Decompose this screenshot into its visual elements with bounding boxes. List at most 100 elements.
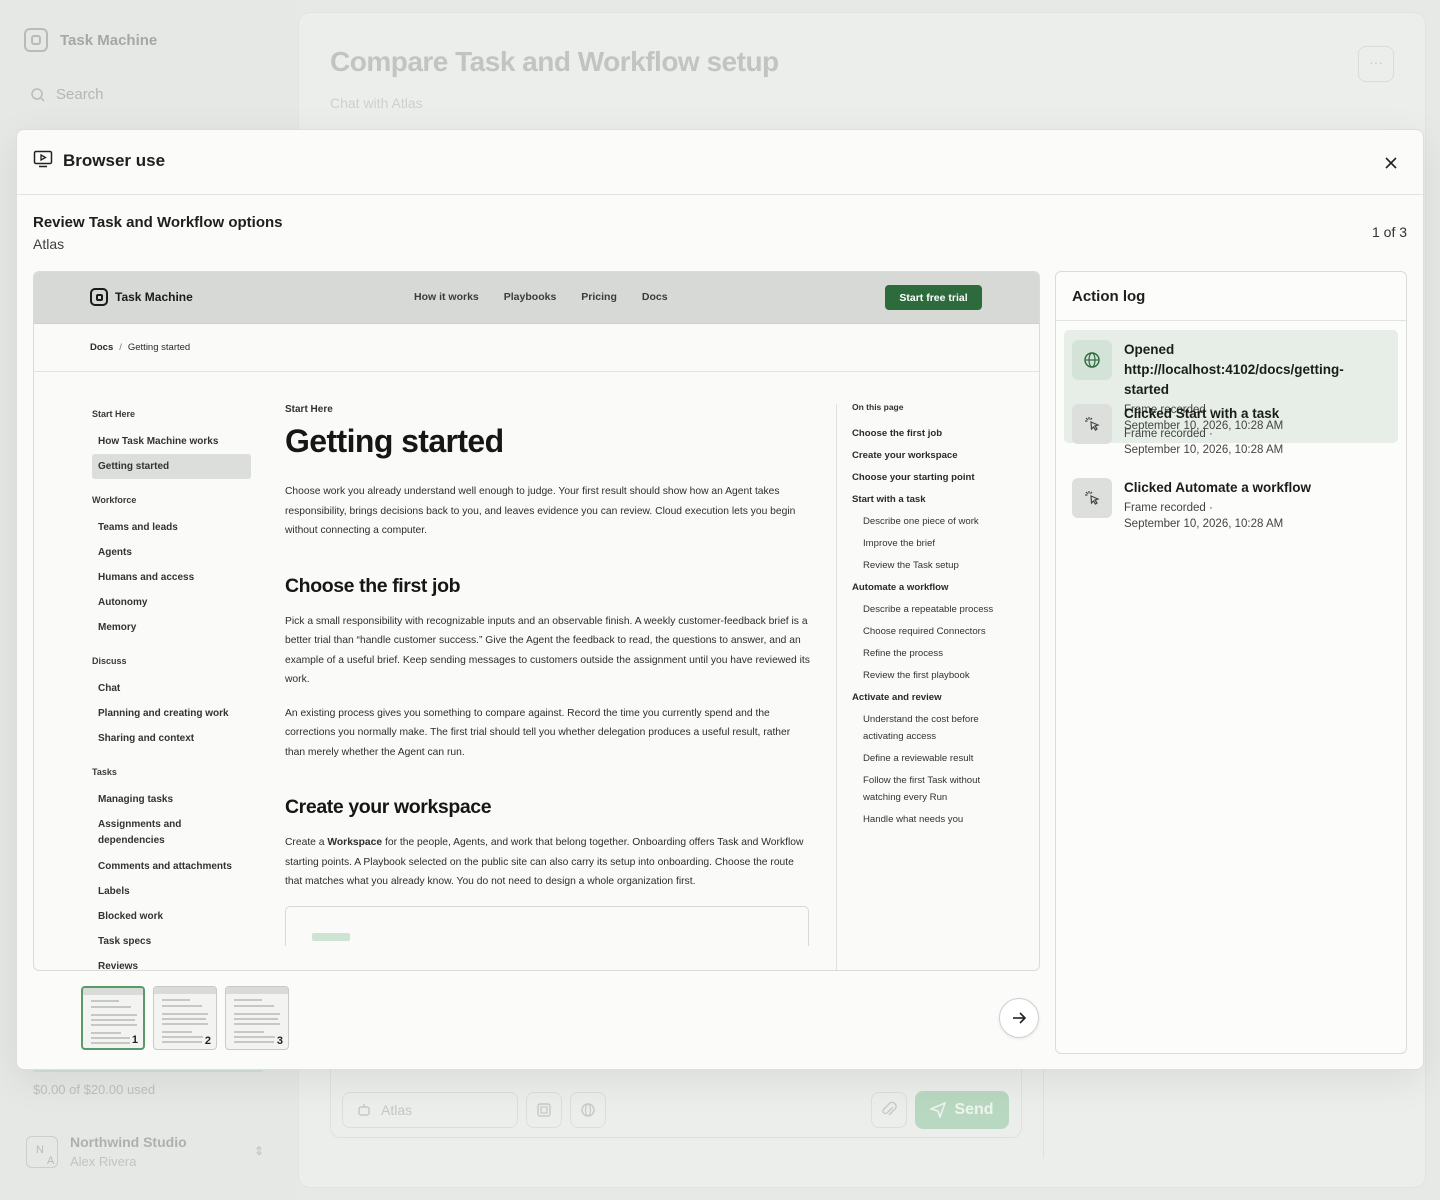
frame-thumbnail[interactable]: 3 bbox=[225, 986, 289, 1050]
frame-thumbnails: 1 2 3 bbox=[81, 986, 289, 1050]
toc-item[interactable]: Describe one piece of work bbox=[852, 513, 1002, 530]
toc-item[interactable]: Choose your starting point bbox=[852, 469, 1002, 486]
cursor-click-icon bbox=[1072, 478, 1112, 518]
site-brand[interactable]: Task Machine bbox=[90, 288, 193, 306]
task-agent: Atlas bbox=[33, 236, 65, 252]
next-frame-button[interactable] bbox=[999, 998, 1039, 1038]
search-label: Search bbox=[56, 86, 104, 103]
docs-nav-item[interactable]: Teams and leads bbox=[92, 515, 257, 540]
frame-thumbnail[interactable]: 2 bbox=[153, 986, 217, 1050]
docs-nav-group: Start Here bbox=[92, 409, 136, 419]
docs-nav-item[interactable]: Memory bbox=[92, 615, 257, 640]
toc-item[interactable]: Handle what needs you bbox=[852, 811, 1002, 828]
toc-item[interactable]: Review the Task setup bbox=[852, 557, 1002, 574]
page-title: Compare Task and Workflow setup bbox=[330, 46, 779, 77]
docs-nav-item[interactable]: Reviews bbox=[92, 954, 257, 970]
docs-nav-item[interactable]: Agents bbox=[92, 540, 257, 565]
action-log-entry[interactable]: Clicked Automate a workflow Frame recorde… bbox=[1064, 468, 1398, 538]
toc-item[interactable]: Create your workspace bbox=[852, 447, 1002, 464]
browser-use-modal: Browser use Review Task and Workflow opt… bbox=[16, 129, 1424, 1070]
docs-nav-group: Tasks bbox=[92, 767, 117, 777]
divider bbox=[1043, 1070, 1044, 1158]
docs-nav-group: Discuss bbox=[92, 656, 127, 666]
toc-item[interactable]: Refine the process bbox=[852, 645, 1002, 662]
docs-sidebar: Start Here How Task Machine works Getting … bbox=[92, 404, 257, 970]
action-log-entry-meta: Frame recorded · bbox=[1124, 428, 1213, 440]
section-heading-workspace: Create your workspace bbox=[285, 796, 492, 818]
action-log-entry-title: Clicked Automate a workflow bbox=[1124, 480, 1312, 495]
app-brand: Task Machine bbox=[24, 28, 157, 52]
toc-item[interactable]: Improve the brief bbox=[852, 535, 1002, 552]
toc-item[interactable]: Choose required Connectors bbox=[852, 623, 1002, 640]
toc-item[interactable]: Choose the first job bbox=[852, 425, 1002, 442]
docs-nav-item[interactable]: Labels bbox=[92, 879, 257, 904]
docs-nav-item[interactable]: How Task Machine works bbox=[92, 429, 257, 454]
section-heading-first-job: Choose the first job bbox=[285, 574, 461, 597]
close-button[interactable] bbox=[1380, 152, 1402, 174]
search-icon bbox=[31, 87, 45, 102]
chevron-updown-icon: ⇕ bbox=[254, 1144, 265, 1158]
action-log-entry-time: September 10, 2026, 10:28 AM bbox=[1124, 444, 1284, 456]
docs-nav-item[interactable]: Task specs bbox=[92, 929, 257, 954]
site-logo-icon bbox=[90, 288, 108, 306]
globe-icon bbox=[1072, 340, 1112, 380]
browser-frame: Task Machine How it works Playbooks Pric… bbox=[33, 271, 1040, 971]
send-button[interactable]: Send bbox=[915, 1091, 1009, 1129]
composer-tool-button[interactable] bbox=[526, 1092, 562, 1128]
frame-thumbnail[interactable]: 1 bbox=[81, 986, 145, 1050]
sidebar-search[interactable]: Search bbox=[30, 86, 104, 103]
thumbnail-number: 2 bbox=[202, 1035, 213, 1047]
monitor-play-icon bbox=[33, 150, 53, 168]
composer-browser-button[interactable] bbox=[570, 1092, 606, 1128]
article-paragraph: Create a Workspace for the people, Agent… bbox=[285, 833, 813, 892]
action-log-entry-time: September 10, 2026, 10:28 AM bbox=[1124, 518, 1284, 530]
agent-icon bbox=[358, 1104, 370, 1116]
toc-item[interactable]: Activate and review bbox=[852, 689, 1002, 706]
docs-nav-item[interactable]: Getting started bbox=[92, 454, 251, 479]
action-log-entry[interactable]: Clicked Start with a task Frame recorded … bbox=[1064, 394, 1398, 464]
toc-item[interactable]: Describe a repeatable process bbox=[852, 601, 1002, 618]
docs-nav-item[interactable]: Blocked work bbox=[92, 904, 257, 929]
docs-nav-item[interactable]: Sharing and context bbox=[92, 726, 257, 751]
p3-before: Create a bbox=[285, 837, 328, 848]
more-button[interactable]: ··· bbox=[1358, 46, 1394, 82]
docs-nav-item[interactable]: Comments and attachments bbox=[92, 854, 257, 879]
modal-header: Browser use bbox=[17, 130, 1423, 195]
toc-heading: On this page bbox=[852, 402, 904, 412]
composer-agent-select[interactable]: Atlas bbox=[342, 1092, 518, 1128]
toc-item[interactable]: Follow the first Task without watching e… bbox=[852, 772, 1002, 806]
site-navbar: Task Machine How it works Playbooks Pric… bbox=[34, 272, 1039, 324]
article-intro: Choose work you already understand well … bbox=[285, 486, 796, 536]
org-switcher[interactable]: N A Northwind Studio Alex Rivera ⇕ bbox=[26, 1134, 264, 1169]
site-nav-playbooks[interactable]: Playbooks bbox=[504, 291, 557, 303]
docs-nav-item[interactable]: Planning and creating work bbox=[92, 701, 257, 726]
org-avatar: N A bbox=[26, 1135, 58, 1168]
attach-button[interactable] bbox=[871, 1092, 907, 1128]
toc-item[interactable]: Automate a workflow bbox=[852, 579, 1002, 596]
starting-point-card[interactable] bbox=[285, 905, 809, 946]
start-trial-button[interactable]: Start free trial bbox=[885, 285, 982, 310]
breadcrumb-docs[interactable]: Docs bbox=[90, 342, 113, 353]
docs-nav-item[interactable]: Managing tasks bbox=[92, 787, 257, 812]
docs-nav-item[interactable]: Autonomy bbox=[92, 590, 257, 615]
article: Start Here Getting started Choose work y… bbox=[285, 404, 813, 946]
toc-item[interactable]: Understand the cost before activating ac… bbox=[852, 711, 1002, 745]
toc-divider bbox=[836, 404, 837, 970]
site-nav-docs[interactable]: Docs bbox=[642, 291, 668, 303]
site-nav-pricing[interactable]: Pricing bbox=[581, 291, 617, 303]
toc-item[interactable]: Start with a task bbox=[852, 491, 1002, 508]
docs-nav-item[interactable]: Humans and access bbox=[92, 565, 257, 590]
docs-nav-item[interactable]: Assignments and dependencies bbox=[92, 812, 242, 854]
task-title: Review Task and Workflow options bbox=[33, 214, 283, 231]
app-brand-name: Task Machine bbox=[60, 31, 158, 49]
org-name: Northwind Studio bbox=[70, 1134, 187, 1150]
org-initial-bottom: A bbox=[47, 1154, 55, 1167]
site-nav-how[interactable]: How it works bbox=[414, 291, 479, 303]
article-title: Getting started bbox=[285, 423, 504, 459]
usage-text: $0.00 of $20.00 used bbox=[33, 1082, 156, 1097]
docs-nav-group: Workforce bbox=[92, 495, 137, 505]
toc-item[interactable]: Review the first playbook bbox=[852, 667, 1002, 684]
p3-bold: Workspace bbox=[327, 837, 383, 848]
toc-item[interactable]: Define a reviewable result bbox=[852, 750, 1002, 767]
docs-nav-item[interactable]: Chat bbox=[92, 676, 257, 701]
